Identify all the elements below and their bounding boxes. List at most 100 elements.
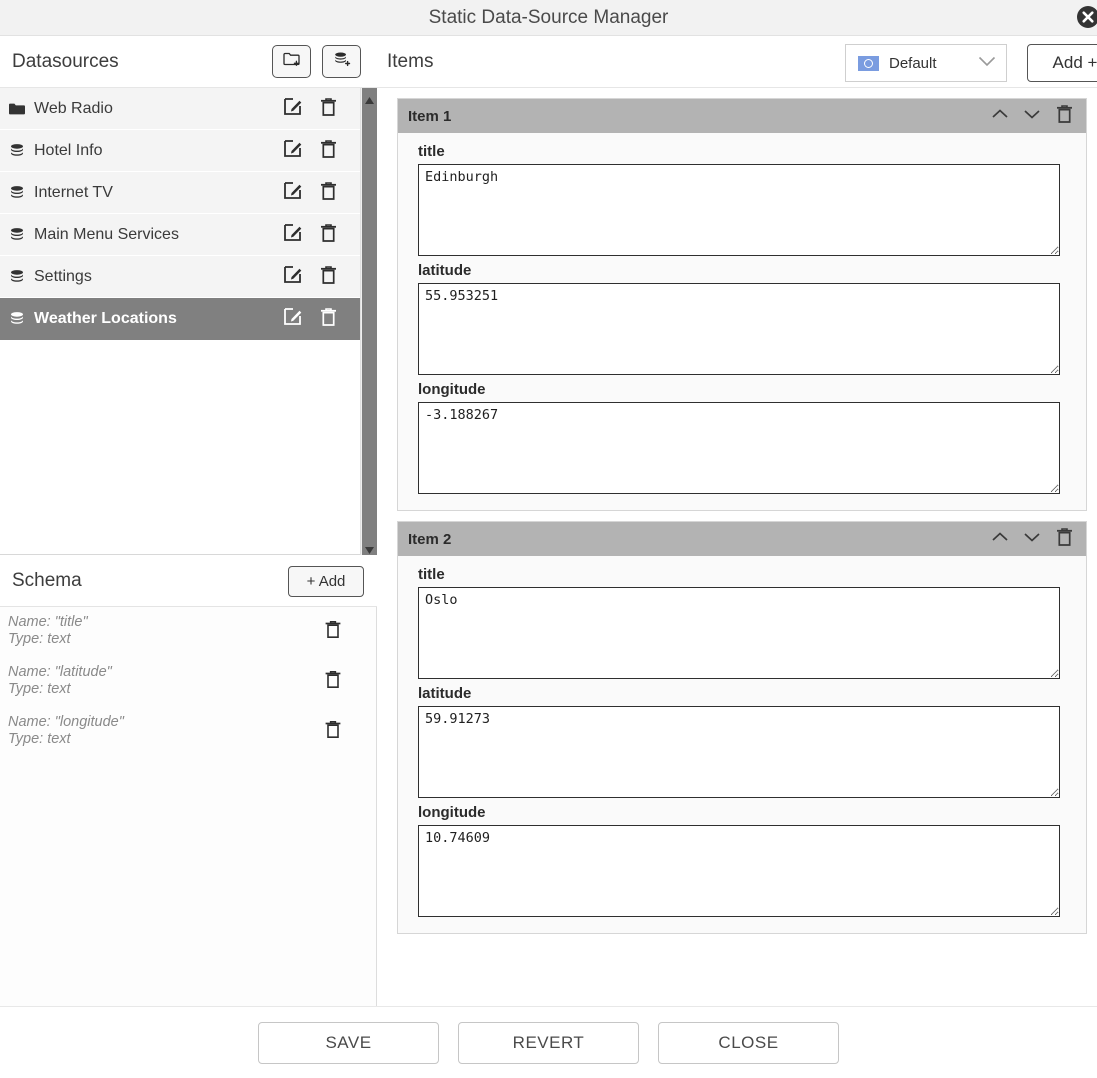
add-folder-button[interactable] (272, 45, 311, 78)
database-icon (0, 311, 34, 327)
trash-icon[interactable] (319, 306, 338, 332)
item-card-actions (991, 526, 1086, 552)
dialog-footer: SAVE REVERT CLOSE (0, 1006, 1097, 1078)
schema-row: Name: "longitude" Type: text (0, 707, 376, 757)
items-scroll-area[interactable]: Item 1 title Edinburgh latitude 55.95325… (377, 88, 1097, 1006)
sidebar-item-web-radio[interactable]: Web Radio (0, 88, 360, 130)
schema-row: Name: "latitude" Type: text (0, 657, 376, 707)
edit-icon[interactable] (282, 306, 303, 332)
caret-up-icon[interactable] (364, 92, 375, 104)
chevron-up-icon[interactable] (991, 107, 1009, 125)
row-actions (282, 222, 360, 248)
datasources-title: Datasources (12, 51, 119, 72)
datasources-list-container: Web Radio Hotel Info Internet TV Main Me… (0, 88, 377, 555)
datasources-scrollbar[interactable] (360, 88, 377, 555)
field-label: longitude (418, 381, 486, 398)
field-title: title (398, 137, 1086, 256)
field-input-title[interactable] (418, 587, 1060, 679)
field-longitude: longitude (398, 798, 1086, 917)
sidebar-item-settings[interactable]: Settings (0, 256, 360, 298)
add-item-button[interactable]: Add + (1027, 44, 1097, 82)
item-card: Item 2 title Oslo latitude 59.91273 long… (397, 521, 1087, 934)
schema-row-text: Name: "latitude" Type: text (8, 664, 324, 698)
sidebar-item-weather-locations[interactable]: Weather Locations (0, 298, 360, 340)
language-select[interactable]: Default (845, 44, 1007, 82)
add-datasource-button[interactable] (322, 45, 361, 78)
field-label: longitude (418, 804, 486, 821)
sidebar-item-label: Internet TV (34, 183, 113, 201)
database-icon (0, 185, 34, 201)
sidebar-item-main-menu-services[interactable]: Main Menu Services (0, 214, 360, 256)
schema-add-button[interactable]: + Add (288, 566, 364, 597)
edit-icon[interactable] (282, 264, 303, 290)
schema-header: Schema + Add (0, 555, 377, 607)
field-input-title[interactable] (418, 164, 1060, 256)
database-plus-icon (332, 50, 352, 73)
chevron-down-icon[interactable] (1023, 107, 1041, 125)
item-card-header: Item 2 (398, 522, 1086, 556)
list-empty-space (0, 340, 360, 530)
item-card-title: Item 1 (408, 107, 452, 125)
save-button[interactable]: SAVE (258, 1021, 439, 1064)
field-input-longitude[interactable] (418, 402, 1060, 494)
row-actions (282, 180, 360, 206)
close-button[interactable]: CLOSE (658, 1021, 839, 1064)
schema-name-line: Name: "longitude" (8, 714, 124, 730)
datasources-pane: Datasources Web Radio Hotel Info Interne… (0, 36, 377, 1041)
trash-icon[interactable] (319, 222, 338, 248)
edit-icon[interactable] (282, 180, 303, 206)
caret-down-icon[interactable] (364, 542, 375, 554)
database-icon (0, 269, 34, 285)
field-label: latitude (418, 685, 472, 702)
sidebar-item-hotel-info[interactable]: Hotel Info (0, 130, 360, 172)
schema-type-line: Type: text (8, 731, 71, 747)
trash-icon[interactable] (324, 719, 342, 744)
item-card-body: title latitude longitude (398, 556, 1086, 933)
scrollbar-thumb[interactable] (362, 88, 377, 555)
trash-icon[interactable] (319, 180, 338, 206)
schema-row: Name: "title" Type: text (0, 607, 376, 657)
trash-icon[interactable] (319, 96, 338, 122)
close-icon[interactable] (1074, 3, 1097, 31)
sidebar-item-label: Hotel Info (34, 141, 103, 159)
edit-icon[interactable] (282, 96, 303, 122)
sidebar-item-label: Main Menu Services (34, 225, 179, 243)
sidebar-item-internet-tv[interactable]: Internet TV (0, 172, 360, 214)
field-latitude: latitude (398, 679, 1086, 798)
trash-icon[interactable] (1055, 526, 1074, 552)
field-input-latitude[interactable] (418, 706, 1060, 798)
trash-icon[interactable] (324, 619, 342, 644)
trash-icon[interactable] (319, 264, 338, 290)
trash-icon[interactable] (1055, 103, 1074, 129)
item-card-title: Item 2 (408, 530, 452, 548)
schema-type-line: Type: text (8, 681, 71, 697)
trash-icon[interactable] (324, 669, 342, 694)
row-actions (282, 306, 360, 332)
field-title: title (398, 560, 1086, 679)
edit-icon[interactable] (282, 138, 303, 164)
field-label: title (418, 143, 445, 160)
field-label: latitude (418, 262, 472, 279)
revert-button[interactable]: REVERT (458, 1021, 639, 1064)
chevron-down-icon[interactable] (1023, 530, 1041, 548)
schema-row-text: Name: "title" Type: text (8, 614, 324, 648)
datasources-list: Web Radio Hotel Info Internet TV Main Me… (0, 88, 360, 555)
static-datasource-manager-window: Static Data-Source Manager Datasources W… (0, 0, 1097, 1078)
item-card-actions (991, 103, 1086, 129)
database-icon (0, 227, 34, 243)
datasources-header: Datasources (0, 36, 377, 88)
field-label: title (418, 566, 445, 583)
language-select-value: Default (889, 54, 937, 72)
field-latitude: latitude (398, 256, 1086, 375)
folder-icon (0, 102, 34, 116)
trash-icon[interactable] (319, 138, 338, 164)
chevron-up-icon[interactable] (991, 530, 1009, 548)
items-header: Items Default Add + (377, 36, 1097, 88)
schema-title: Schema (12, 570, 82, 591)
field-input-longitude[interactable] (418, 825, 1060, 917)
field-input-latitude[interactable] (418, 283, 1060, 375)
items-pane: Items Default Add + Item 1 title Edinbur… (377, 36, 1097, 1006)
row-actions (282, 138, 360, 164)
chevron-down-icon (978, 54, 996, 72)
edit-icon[interactable] (282, 222, 303, 248)
